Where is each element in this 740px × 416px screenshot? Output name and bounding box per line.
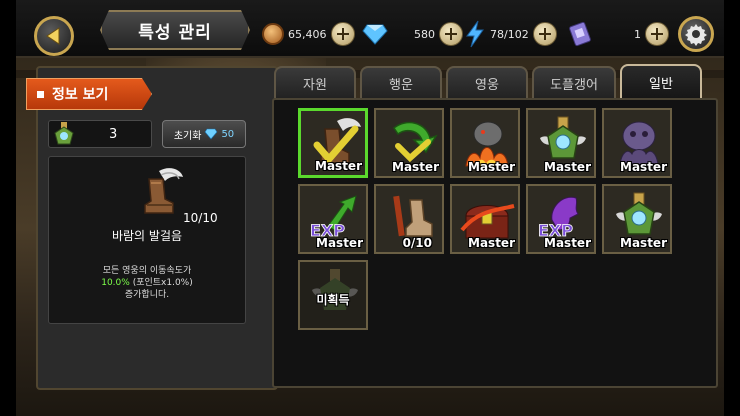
title-plate: 특성 관리 xyxy=(100,10,250,50)
gem-resource: 580 xyxy=(362,20,463,48)
ticket-resource: 1 xyxy=(568,20,669,48)
desc-line-1: 모든 영웅의 이동속도가 xyxy=(102,266,192,276)
gold-coin-icon xyxy=(262,23,284,45)
page-title: 특성 관리 xyxy=(138,22,212,43)
tab-label: 일반 xyxy=(649,76,673,92)
info-header: 정보 보기 xyxy=(26,78,152,110)
tab-hero[interactable]: 영웅 xyxy=(446,66,528,98)
tab-luck[interactable]: 행운 xyxy=(360,66,442,98)
add-gems-button[interactable] xyxy=(439,22,463,46)
plus-icon xyxy=(538,28,551,40)
trait-status: Master xyxy=(468,160,515,174)
plus-icon xyxy=(336,28,349,40)
desc-line-2: 10.0% (포인트x1.0%) xyxy=(49,277,245,289)
trait-cell-winged-boots[interactable]: Master xyxy=(298,108,368,178)
tab-label: 행운 xyxy=(389,77,413,93)
trait-status: Master xyxy=(620,160,667,174)
trait-status: 0/10 xyxy=(402,236,432,250)
trait-cell-locked[interactable]: 미획득 xyxy=(298,260,368,330)
stamina-resource: 78/102 xyxy=(464,20,557,48)
trait-points-value: 3 xyxy=(109,126,118,142)
trait-cell-fire-beast[interactable]: Master xyxy=(450,108,520,178)
trait-status: Master xyxy=(544,160,591,174)
add-stamina-button[interactable] xyxy=(532,22,557,46)
desc-line-2-rest: (포인트x1.0%) xyxy=(129,278,193,288)
ticket-amount: 1 xyxy=(634,27,641,41)
medal-icon xyxy=(54,122,74,145)
tab-label: 자원 xyxy=(303,77,327,93)
plus-icon xyxy=(445,28,457,40)
gear-icon xyxy=(685,24,707,46)
desc-highlight: 10.0% xyxy=(101,278,130,288)
reset-button[interactable]: 초기화 50 xyxy=(162,120,246,148)
trait-cell-exp-horse[interactable]: EXP Master xyxy=(526,184,596,254)
trait-name: 바람의 발걸음 xyxy=(111,229,183,243)
lightning-icon xyxy=(466,20,484,48)
winged-boots-icon xyxy=(144,168,183,214)
reset-cost: 50 xyxy=(221,128,235,140)
trait-status: Master xyxy=(316,236,363,250)
add-tickets-button[interactable] xyxy=(645,22,669,46)
game-screen: 특성 관리 65,406 580 78/102 1 정보 보기 3 초기화 50… xyxy=(16,0,724,416)
gem-amount: 580 xyxy=(414,27,435,41)
trait-points-box: 3 xyxy=(48,120,152,148)
tab-resource[interactable]: 자원 xyxy=(274,66,356,98)
tab-label: 영웅 xyxy=(475,77,499,93)
trait-status: Master xyxy=(468,236,515,250)
trait-cell-ghost[interactable]: Master xyxy=(602,108,672,178)
info-heading: 정보 보기 xyxy=(52,87,109,103)
tab-general[interactable]: 일반 xyxy=(620,64,702,98)
plus-icon xyxy=(651,28,663,40)
reset-label: 초기화 xyxy=(173,130,202,142)
trait-cell-exp-arrow[interactable]: EXP Master xyxy=(298,184,368,254)
ticket-icon xyxy=(569,21,591,47)
gold-resource: 65,406 xyxy=(262,20,355,48)
trait-level: 10/10 xyxy=(183,211,218,225)
trait-status: Master xyxy=(620,236,667,250)
gold-amount: 65,406 xyxy=(288,27,327,41)
diamond-icon xyxy=(362,24,388,45)
back-button[interactable] xyxy=(34,16,74,56)
back-arrow-icon xyxy=(46,27,60,45)
trait-cell-medal-2[interactable]: Master xyxy=(602,184,672,254)
stamina-amount: 78/102 xyxy=(490,27,529,41)
trait-description: 모든 영웅의 이동속도가 10.0% (포인트x1.0%) 증가합니다. xyxy=(49,265,245,301)
trait-status: Master xyxy=(544,236,591,250)
trait-status: Master xyxy=(315,159,362,173)
trait-detail: 10/10 바람의 발걸음 모든 영웅의 이동속도가 10.0% (포인트x1.… xyxy=(48,156,246,324)
bullet-icon xyxy=(37,90,44,98)
trait-cell-treasure-chest[interactable]: Master xyxy=(450,184,520,254)
trait-cell-medal[interactable]: Master xyxy=(526,108,596,178)
add-gold-button[interactable] xyxy=(330,22,355,46)
tab-doppelganger[interactable]: 도플갱어 xyxy=(532,66,616,98)
trait-status: Master xyxy=(392,160,439,174)
desc-line-3: 증가합니다. xyxy=(124,290,170,300)
trait-cell-sword-boots[interactable]: 0/10 xyxy=(374,184,444,254)
settings-button[interactable] xyxy=(678,16,714,52)
diamond-icon xyxy=(205,128,218,140)
trait-cell-green-arrow[interactable]: Master xyxy=(374,108,444,178)
trait-status: 미획득 xyxy=(316,293,350,307)
tab-label: 도플갱어 xyxy=(550,77,598,93)
top-bar: 특성 관리 65,406 580 78/102 1 xyxy=(16,0,724,58)
